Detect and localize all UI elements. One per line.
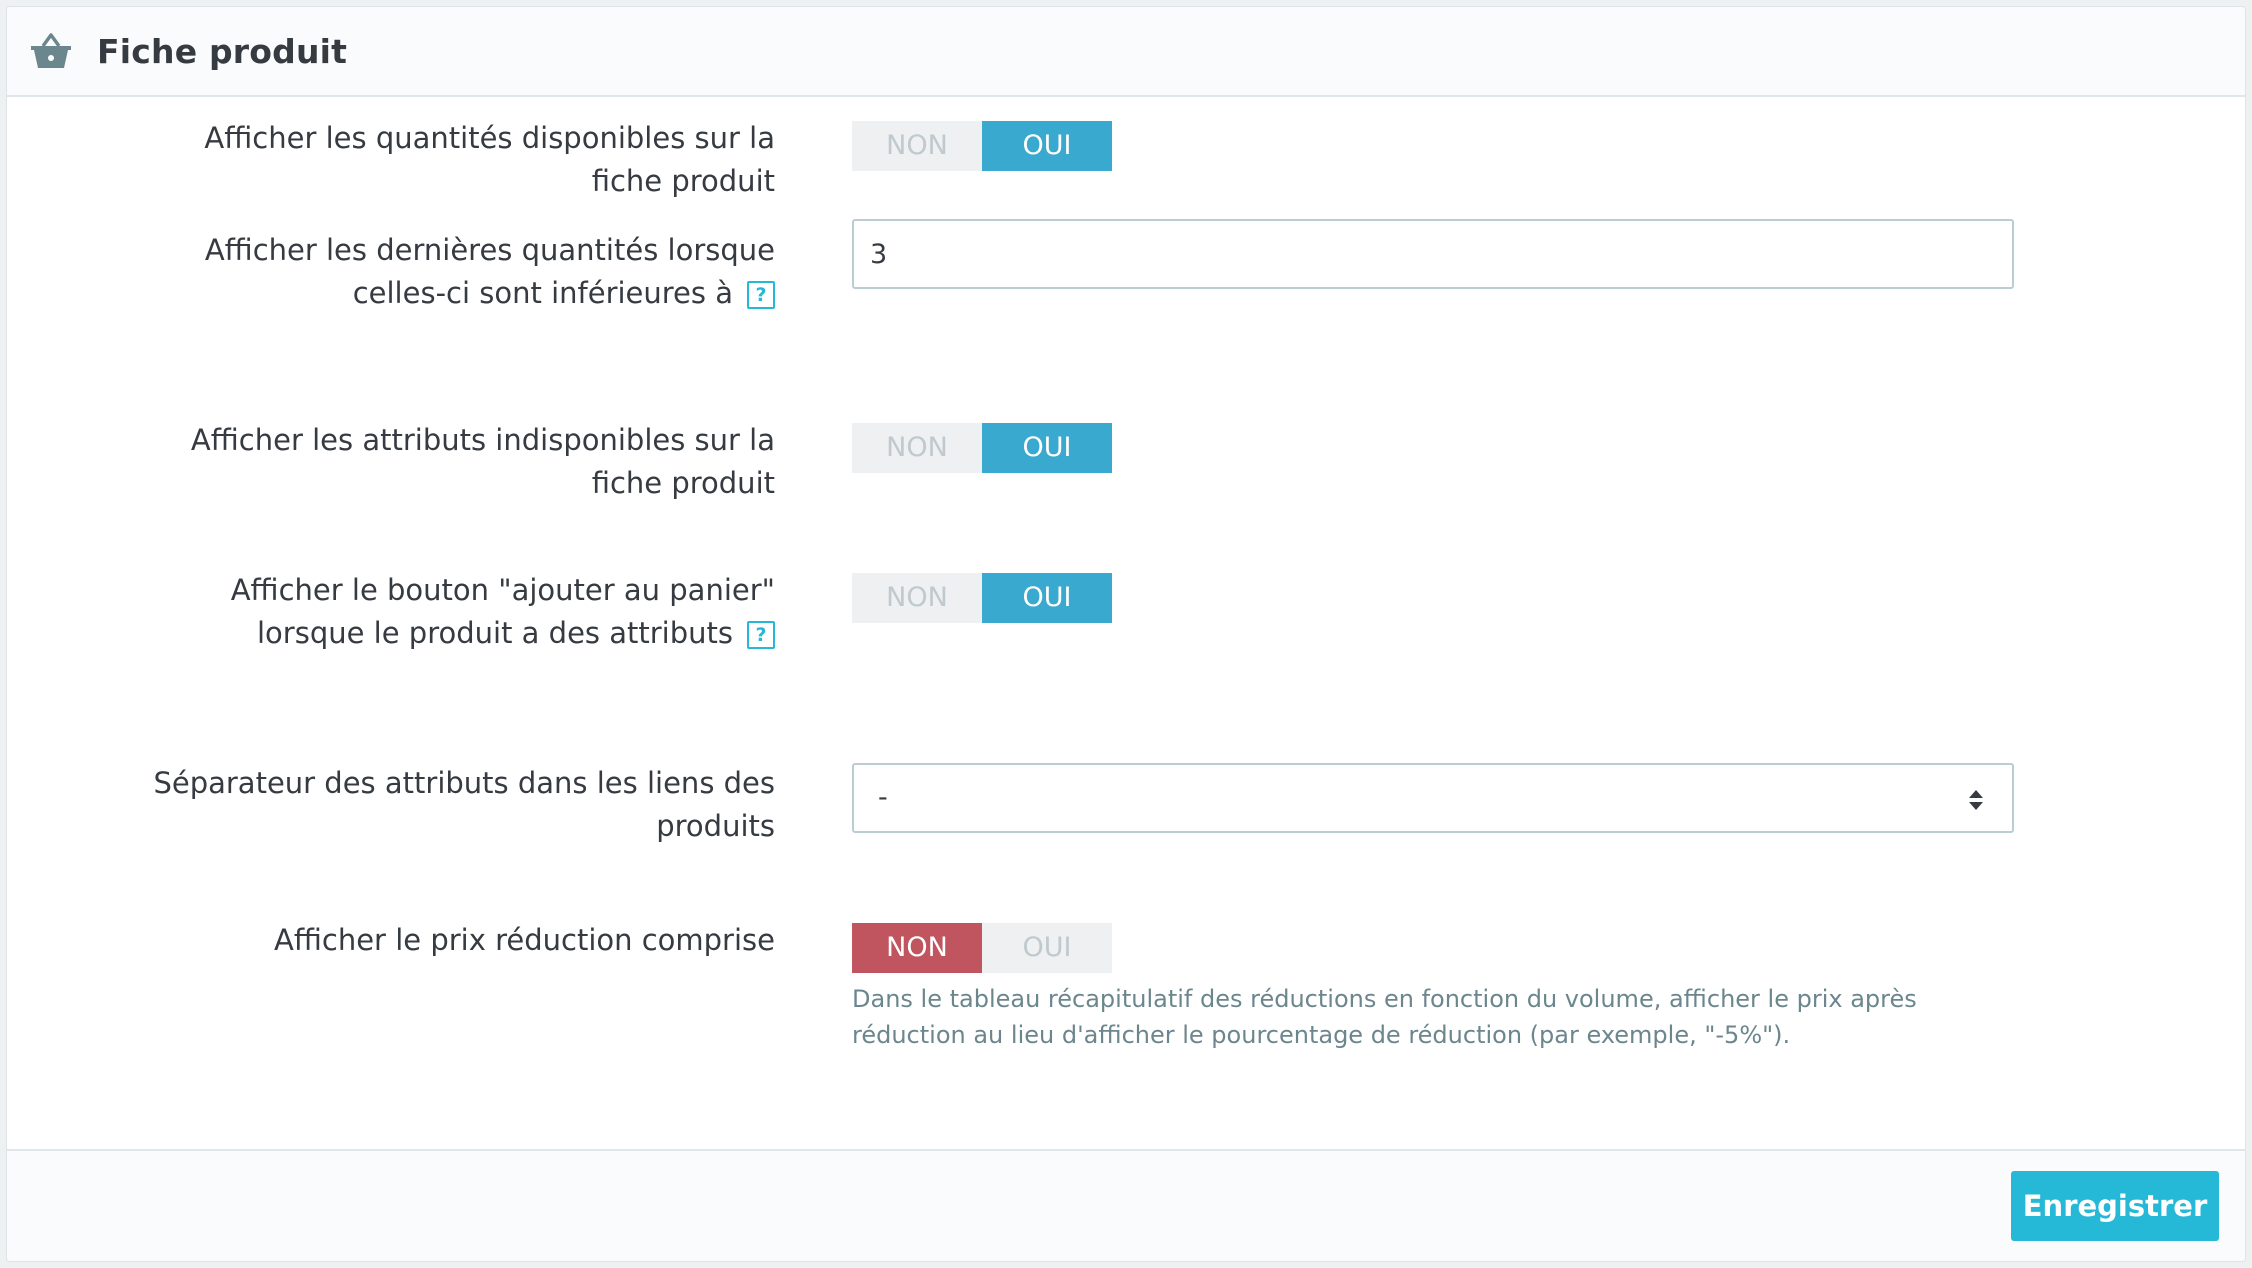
field-label: Afficher le bouton "ajouter au panier" l…: [135, 569, 775, 655]
toggle-yes-option[interactable]: OUI: [982, 121, 1112, 171]
save-button[interactable]: Enregistrer: [2011, 1171, 2219, 1241]
toggle-yes-option[interactable]: OUI: [982, 423, 1112, 473]
basket-icon: [31, 33, 71, 68]
last-quantities-input[interactable]: [852, 219, 2014, 289]
field-label-text: Afficher le bouton "ajouter au panier" l…: [230, 573, 775, 650]
toggle-yes-option[interactable]: OUI: [982, 573, 1112, 623]
toggle-yes-option[interactable]: OUI: [982, 923, 1112, 973]
attribute-separator-select[interactable]: -: [852, 763, 2014, 833]
show-discounted-price-toggle[interactable]: NON OUI: [852, 923, 1112, 973]
field-label-text: Afficher les dernières quantités lorsque…: [204, 233, 775, 310]
show-quantities-toggle[interactable]: NON OUI: [852, 121, 1112, 171]
field-label: Afficher les attributs indisponibles sur…: [190, 423, 775, 500]
panel-title: Fiche produit: [97, 31, 348, 71]
toggle-no-option[interactable]: NON: [852, 423, 982, 473]
help-icon[interactable]: ?: [747, 281, 775, 309]
field-label: Afficher le prix réduction comprise: [274, 923, 775, 957]
show-add-to-cart-toggle[interactable]: NON OUI: [852, 573, 1112, 623]
panel-footer: Enregistrer: [7, 1149, 2245, 1261]
toggle-no-option[interactable]: NON: [852, 573, 982, 623]
toggle-no-option[interactable]: NON: [852, 923, 982, 973]
product-page-panel: Fiche produit Afficher les quantités dis…: [6, 6, 2246, 1262]
help-icon[interactable]: ?: [747, 621, 775, 649]
field-label: Séparateur des attributs dans les liens …: [153, 766, 775, 843]
select-arrows-icon: [1969, 790, 1983, 810]
field-label: Afficher les dernières quantités lorsque…: [135, 229, 775, 315]
toggle-no-option[interactable]: NON: [852, 121, 982, 171]
show-unavailable-attributes-toggle[interactable]: NON OUI: [852, 423, 1112, 473]
field-hint: Dans le tableau récapitulatif des réduct…: [852, 985, 1917, 1049]
panel-header: Fiche produit: [7, 7, 2245, 97]
field-label: Afficher les quantités disponibles sur l…: [204, 121, 775, 198]
select-value: -: [878, 782, 888, 813]
